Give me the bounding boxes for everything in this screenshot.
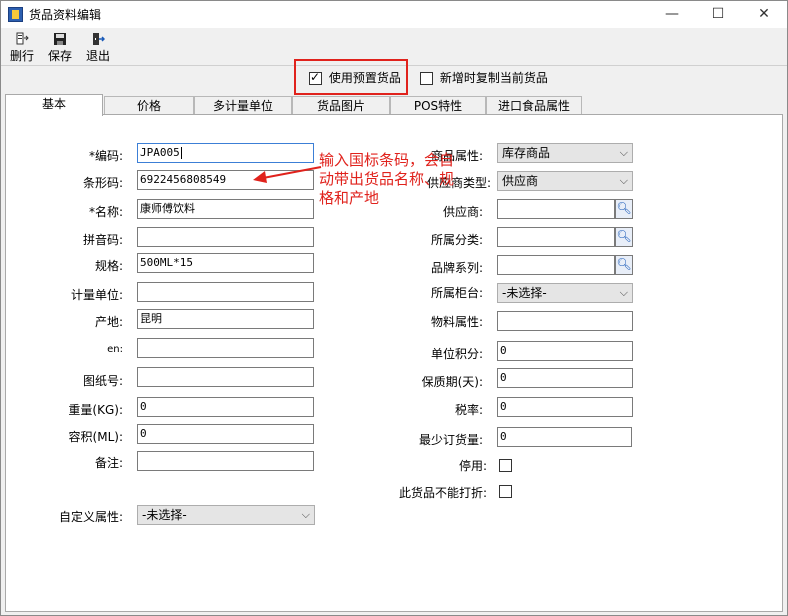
remark-input[interactable]: [137, 451, 314, 471]
code-label: *编码:: [88, 149, 123, 163]
supplier-lookup-button[interactable]: 🔍︎: [615, 199, 633, 219]
tab-strip: 基本 价格 多计量单位 货品图片 POS特性 进口食品属性: [5, 94, 783, 116]
spec-input[interactable]: 500ML*15: [137, 253, 314, 273]
no-discount-checkbox[interactable]: [499, 485, 512, 498]
delete-row-label: 删行: [9, 49, 34, 63]
barcode-label: 条形码:: [82, 176, 123, 190]
shelf-life-input[interactable]: 0: [497, 368, 633, 388]
chevron-down-icon: ⌵: [619, 174, 628, 187]
disabled-label: 停用:: [458, 459, 487, 473]
shelf-life-label: 保质期(天):: [421, 375, 483, 389]
code-input[interactable]: JPA005: [137, 143, 314, 163]
disabled-checkbox[interactable]: [499, 459, 512, 472]
delete-row-icon: [16, 32, 29, 45]
remark-label: 备注:: [94, 456, 123, 470]
copy-current-option[interactable]: 新增时复制当前货品: [420, 69, 548, 89]
floppy-disk-icon: [54, 33, 66, 45]
material-attr-input[interactable]: [497, 311, 633, 331]
category-label: 所属分类:: [430, 233, 483, 247]
material-attr-label: 物料属性:: [430, 315, 483, 329]
name-input[interactable]: 康师傅饮料: [137, 199, 314, 219]
magnifier-icon: 🔍︎: [616, 201, 632, 215]
title-bar: 货品资料编辑 — ☐ ✕: [1, 1, 787, 28]
exit-label: 退出: [85, 49, 110, 63]
origin-input[interactable]: 昆明: [137, 309, 314, 329]
unit-points-label: 单位积分:: [430, 347, 483, 361]
copy-current-checkbox[interactable]: [420, 72, 433, 85]
weight-input[interactable]: 0: [137, 397, 314, 417]
tab-basic[interactable]: 基本: [5, 94, 103, 116]
supplier-type-value: 供应商: [502, 174, 539, 188]
drawing-no-label: 图纸号:: [82, 374, 123, 388]
unit-label: 计量单位:: [70, 288, 123, 302]
custom-attr-select[interactable]: -未选择- ⌵: [137, 505, 315, 525]
highlight-box: [294, 59, 408, 95]
supplier-type-select[interactable]: 供应商 ⌵: [497, 171, 633, 191]
goods-edit-window: 货品资料编辑 — ☐ ✕ 删行 保存 退出 使用预置货品 新增时复制当前货品 基…: [0, 0, 788, 616]
goods-attr-select[interactable]: 库存商品 ⌵: [497, 143, 633, 163]
window-title: 货品资料编辑: [29, 8, 102, 22]
annotation-text: 输入国标条码，会自动带出货品名称、规格和产地: [319, 151, 455, 207]
drawing-no-input[interactable]: [137, 367, 314, 387]
spec-label: 规格:: [94, 259, 123, 273]
chevron-down-icon: ⌵: [301, 508, 310, 521]
pinyin-input[interactable]: [137, 227, 314, 247]
save-label: 保存: [47, 49, 72, 63]
goods-attr-value: 库存商品: [502, 146, 551, 160]
save-button[interactable]: 保存: [43, 30, 77, 64]
category-input[interactable]: [497, 227, 615, 247]
cabinet-select[interactable]: -未选择- ⌵: [497, 283, 633, 303]
magnifier-icon: 🔍︎: [616, 229, 632, 243]
custom-attr-label: 自定义属性:: [58, 510, 123, 524]
volume-input[interactable]: 0: [137, 424, 314, 444]
annotation-arrow-icon: [253, 166, 322, 183]
copy-current-label: 新增时复制当前货品: [439, 71, 548, 85]
chevron-down-icon: ⌵: [619, 146, 628, 159]
maximize-button[interactable]: ☐: [695, 1, 741, 28]
min-order-label: 最少订货量:: [418, 433, 483, 447]
magnifier-icon: 🔍︎: [616, 257, 632, 271]
supplier-input[interactable]: [497, 199, 615, 219]
unit-input[interactable]: [137, 282, 314, 302]
min-order-input[interactable]: 0: [497, 427, 632, 447]
tab-pos[interactable]: POS特性: [390, 96, 486, 115]
code-value: JPA005: [140, 146, 180, 159]
exit-door-icon: [93, 33, 105, 45]
tax-rate-label: 税率:: [454, 403, 483, 417]
exit-button[interactable]: 退出: [81, 30, 115, 64]
app-icon: [8, 7, 23, 22]
weight-label: 重量(KG):: [68, 403, 123, 417]
minimize-button[interactable]: —: [649, 1, 695, 28]
en-input[interactable]: [137, 338, 314, 358]
cabinet-label: 所属柜台:: [430, 286, 483, 300]
en-label: en:: [107, 344, 123, 355]
brand-input[interactable]: [497, 255, 615, 275]
category-lookup-button[interactable]: 🔍︎: [615, 227, 633, 247]
delete-row-button[interactable]: 删行: [5, 30, 39, 64]
custom-attr-value: -未选择-: [142, 508, 187, 522]
close-button[interactable]: ✕: [741, 1, 787, 28]
name-label: *名称:: [88, 205, 123, 219]
brand-label: 品牌系列:: [430, 261, 483, 275]
text-caret: [180, 147, 182, 159]
unit-points-input[interactable]: 0: [497, 341, 633, 361]
cabinet-value: -未选择-: [502, 286, 547, 300]
brand-lookup-button[interactable]: 🔍︎: [615, 255, 633, 275]
tab-images[interactable]: 货品图片: [292, 96, 390, 115]
tab-multi-unit[interactable]: 多计量单位: [194, 96, 292, 115]
volume-label: 容积(ML):: [68, 430, 123, 444]
tab-price[interactable]: 价格: [104, 96, 194, 115]
chevron-down-icon: ⌵: [619, 286, 628, 299]
pinyin-label: 拼音码:: [82, 233, 123, 247]
no-discount-label: 此货品不能打折:: [398, 486, 487, 500]
tax-rate-input[interactable]: 0: [497, 397, 633, 417]
origin-label: 产地:: [94, 315, 123, 329]
tab-import-food[interactable]: 进口食品属性: [486, 96, 582, 115]
